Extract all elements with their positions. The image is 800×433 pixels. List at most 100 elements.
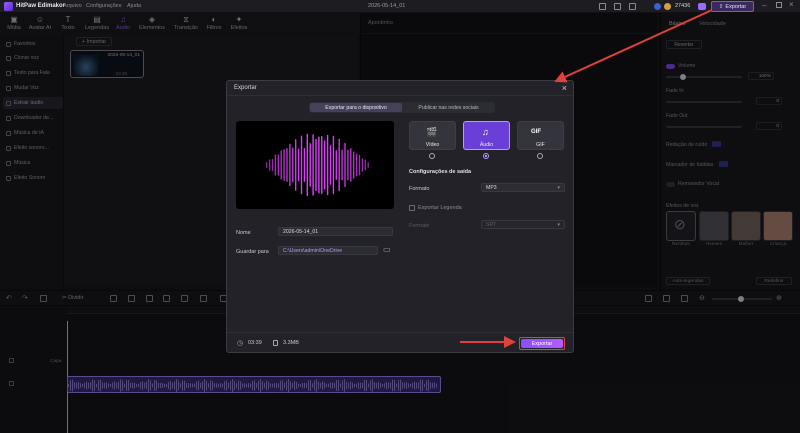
waveform-bar	[300, 135, 303, 195]
export-size: 3.3MB	[283, 340, 299, 346]
waveform-bar	[341, 149, 343, 181]
minimize-icon[interactable]: –	[762, 1, 766, 10]
radio-video[interactable]	[429, 153, 435, 159]
export-subtitle-label: Exportar Legenda	[418, 205, 462, 211]
waveform-bar	[332, 135, 335, 195]
app-title: HitPaw Edimakor	[16, 3, 66, 9]
radio-gif[interactable]	[537, 153, 543, 159]
tab-publish-social[interactable]: Publicar nas redes sociais	[403, 103, 494, 112]
waveform-bar	[309, 143, 311, 187]
format-value: MP3	[486, 184, 497, 191]
gif-format-icon: GIF	[531, 129, 541, 135]
file-icon	[273, 340, 278, 346]
menu-help[interactable]: Ajuda	[127, 3, 141, 9]
export-icon: ⇪	[718, 3, 724, 10]
close-window-icon[interactable]: ×	[789, 0, 794, 9]
waveform-bar	[312, 134, 314, 196]
save-path-input[interactable]: C:\Users\admin\OneDrive	[278, 246, 378, 255]
waveform-bar	[364, 159, 366, 171]
title-bar: HitPaw Edimakor Arquivo Configurações Aj…	[0, 0, 800, 13]
waveform-bar	[297, 148, 300, 182]
maximize-icon[interactable]	[776, 2, 782, 8]
radio-audio[interactable]	[483, 153, 489, 159]
waveform-bar	[280, 150, 282, 180]
output-settings-heading: Configurações de saída	[409, 169, 472, 175]
export-dialog: Exportar × Exportar para o dispositivo P…	[226, 80, 574, 353]
waveform-bar	[283, 149, 285, 181]
waveform-bar	[321, 135, 323, 195]
save-to-label: Guardar para	[236, 249, 269, 255]
waveform-bar	[324, 140, 326, 190]
subtitle-format-label: Formato	[409, 223, 430, 229]
account-avatar[interactable]	[654, 3, 661, 10]
export-top-label: Exportar	[725, 3, 747, 10]
waveform-bar	[338, 138, 340, 192]
waveform-bar	[268, 159, 271, 171]
waveform-bar	[353, 151, 355, 179]
waveform-bar	[344, 142, 346, 188]
export-button-label: Exportar	[531, 340, 553, 347]
credits-count: 27436	[675, 3, 691, 9]
waveform-bar	[315, 138, 317, 192]
waveform-bar	[271, 158, 274, 172]
app-logo-icon	[4, 2, 13, 11]
menu-settings[interactable]: Configurações	[86, 3, 121, 9]
format-video-button[interactable]: 🎬 Vídeo	[409, 121, 456, 150]
format-select[interactable]: MP3 ▾	[481, 183, 565, 192]
crown-icon[interactable]	[629, 3, 636, 10]
waveform-bar	[350, 148, 352, 182]
export-mode-tabs: Exportar para o dispositivo Publicar nas…	[309, 102, 495, 113]
waveform-bar	[303, 147, 306, 183]
waveform-bar	[266, 162, 268, 168]
waveform-bar	[367, 162, 369, 168]
format-label: GIF	[536, 142, 545, 148]
folder-icon[interactable]: ▭	[383, 245, 391, 254]
export-duration: 03:39	[248, 340, 262, 346]
format-label: Formato	[409, 186, 430, 192]
format-gif-button[interactable]: GIF GIF	[517, 121, 564, 150]
tab-label: Publicar nas redes sociais	[418, 104, 479, 111]
feedback-icon[interactable]	[599, 3, 606, 10]
menu-file[interactable]: Arquivo	[63, 3, 82, 9]
format-audio-button[interactable]: ♫ Áudio	[463, 121, 510, 150]
audio-preview	[236, 121, 394, 209]
waveform-bar	[329, 145, 332, 185]
waveform-bar	[289, 143, 291, 187]
dialog-title: Exportar	[234, 85, 257, 91]
waveform-bar	[335, 150, 337, 180]
name-label: Nome	[236, 230, 251, 236]
tab-label: Exportar para o dispositivo	[325, 104, 387, 111]
subtitle-format-select[interactable]: SRT ▾	[481, 220, 565, 229]
waveform-graphic	[266, 133, 369, 197]
waveform-bar	[286, 148, 288, 182]
subtitle-format-value: SRT	[486, 221, 497, 228]
name-value: 2026-05-14_01	[283, 228, 319, 235]
premium-icon[interactable]	[698, 3, 706, 10]
waveform-bar	[292, 147, 294, 183]
export-button[interactable]: Exportar	[519, 337, 565, 350]
tab-export-device[interactable]: Exportar para o dispositivo	[310, 103, 402, 112]
audio-format-icon: ♫	[482, 127, 489, 137]
waveform-bar	[326, 134, 329, 196]
project-name: 2026-05-14_01	[368, 3, 406, 9]
format-label: Vídeo	[425, 142, 440, 148]
clock-icon: ◷	[237, 340, 244, 347]
video-format-icon: 🎬	[426, 127, 438, 137]
waveform-bar	[361, 158, 364, 172]
waveform-bar	[355, 153, 358, 177]
chevron-down-icon: ▾	[557, 185, 560, 191]
gift-icon[interactable]	[614, 3, 621, 10]
waveform-bar	[306, 133, 308, 197]
waveform-bar	[318, 136, 320, 194]
waveform-bar	[274, 154, 277, 176]
coin-icon	[664, 3, 671, 10]
name-input[interactable]: 2026-05-14_01	[278, 227, 393, 236]
close-icon[interactable]: ×	[562, 83, 567, 93]
format-label: Áudio	[479, 142, 494, 148]
waveform-bar	[295, 139, 297, 191]
export-subtitle-checkbox[interactable]	[409, 205, 415, 211]
waveform-bar	[347, 149, 349, 181]
export-top-button[interactable]: ⇪ Exportar	[711, 1, 754, 12]
save-path-value: C:\Users\admin\OneDrive	[283, 247, 343, 254]
waveform-bar	[358, 154, 361, 176]
